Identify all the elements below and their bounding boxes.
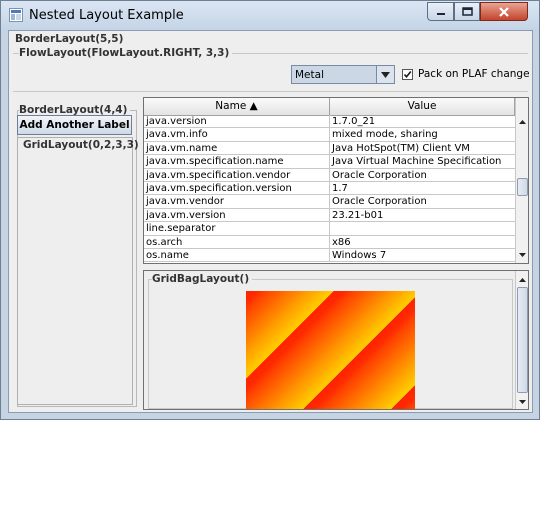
chevron-down-icon — [519, 253, 526, 257]
chevron-up-icon — [519, 278, 526, 282]
gradient-image — [246, 291, 415, 409]
name-cell: java.vm.specification.version — [144, 181, 330, 195]
gridbag-layout-label: GridBagLayout() — [152, 273, 253, 285]
maximize-icon — [461, 7, 473, 16]
table-row[interactable]: os.arch x86 — [144, 235, 515, 249]
check-icon — [403, 70, 412, 79]
flow-panel-bottom-border — [13, 91, 528, 92]
panel-scroll-thumb[interactable] — [517, 287, 528, 393]
scroll-down-button[interactable] — [516, 248, 528, 262]
name-cell: java.vm.vendor — [144, 195, 330, 209]
value-cell: 1.7 — [332, 182, 348, 194]
pack-on-plaf-checkbox[interactable] — [402, 69, 413, 80]
value-cell: Java HotSpot(TM) Client VM — [332, 142, 470, 154]
combo-dropdown-button[interactable] — [376, 66, 394, 83]
name-cell: java.vm.info — [144, 128, 330, 142]
table-row[interactable]: java.vm.version 23.21-b01 — [144, 208, 515, 223]
value-cell: Java Virtual Machine Specification — [332, 156, 502, 168]
grid-layout-label: GridLayout(0,2,3,3) — [23, 139, 139, 151]
scroll-up-button[interactable] — [516, 273, 528, 287]
laf-combo-box[interactable]: Metal — [291, 65, 395, 84]
flow-layout-label: FlowLayout(FlowLayout.RIGHT, 3,3) — [19, 47, 233, 59]
table-scroll-thumb[interactable] — [517, 178, 528, 196]
application-window: Nested Layout Example BorderLayout(5,5) … — [0, 0, 540, 420]
maximize-button[interactable] — [454, 2, 480, 21]
close-button[interactable] — [480, 2, 528, 21]
gridbag-scroll-pane: GridBagLayout() — [143, 270, 529, 410]
table-row[interactable]: line.separator — [144, 222, 515, 236]
table-body: java.version 1.7.0_21 java.vm.info mixed m… — [144, 115, 515, 263]
table-row[interactable]: java.vm.vendor Oracle Corporation — [144, 195, 515, 209]
table-row[interactable]: java.vm.name Java HotSpot(TM) Client VM — [144, 141, 515, 156]
table-row[interactable]: os.name Windows 7 — [144, 248, 515, 263]
value-cell — [330, 222, 515, 235]
value-cell: 23.21-b01 — [332, 209, 384, 221]
name-cell: os.arch — [144, 235, 330, 249]
column-header-value[interactable]: Value — [330, 98, 515, 115]
grid-layout-panel — [17, 137, 133, 405]
name-cell: java.vm.specification.vendor — [144, 168, 330, 182]
scroll-down-button[interactable] — [516, 395, 528, 409]
chevron-down-icon — [381, 71, 390, 78]
pack-on-plaf-label[interactable]: Pack on PLAF change — [418, 68, 530, 80]
table-row[interactable]: java.vm.specification.version 1.7 — [144, 181, 515, 196]
window-title: Nested Layout Example — [29, 8, 184, 23]
name-cell: os.name — [144, 248, 330, 262]
chevron-up-icon — [519, 120, 526, 124]
name-cell: java.vm.version — [144, 208, 330, 222]
table-row[interactable]: java.vm.specification.name Java Virtual M… — [144, 155, 515, 169]
border-layout-outer-label: BorderLayout(5,5) — [15, 33, 124, 45]
add-another-label-button[interactable]: Add Another Label — [17, 115, 132, 135]
name-cell: line.separator — [144, 222, 330, 236]
value-cell: Windows 7 — [332, 249, 387, 261]
column-header-name[interactable]: Name ▲ — [144, 98, 330, 115]
table-vertical-scrollbar[interactable] — [515, 98, 528, 263]
content-pane: BorderLayout(5,5) FlowLayout(FlowLayout.… — [8, 30, 533, 413]
properties-table: Name ▲ Value java.version 1.7.0_21 java.v… — [143, 97, 529, 264]
laf-combo-value: Metal — [295, 69, 324, 81]
close-icon — [499, 6, 509, 17]
panel-vertical-scrollbar[interactable] — [515, 271, 528, 409]
scroll-up-button[interactable] — [516, 115, 528, 129]
table-row[interactable]: java.vm.info mixed mode, sharing — [144, 128, 515, 142]
name-cell: java.version — [144, 115, 330, 128]
value-cell: x86 — [332, 236, 351, 248]
minimize-button[interactable] — [427, 2, 454, 21]
value-cell: 1.7.0_21 — [332, 116, 376, 127]
value-cell: Oracle Corporation — [332, 169, 427, 181]
value-cell: mixed mode, sharing — [332, 129, 438, 141]
minimize-icon — [436, 12, 445, 15]
table-row[interactable]: java.version 1.7.0_21 — [144, 115, 515, 129]
value-cell: Oracle Corporation — [332, 196, 427, 208]
title-bar[interactable]: Nested Layout Example — [1, 1, 539, 31]
table-header: Name ▲ Value — [144, 98, 515, 116]
name-cell: java.vm.name — [144, 141, 330, 155]
java-app-icon — [9, 8, 23, 22]
chevron-down-icon — [519, 400, 526, 404]
name-cell: java.vm.specification.name — [144, 155, 330, 169]
table-row[interactable]: java.vm.specification.vendor Oracle Corpo… — [144, 168, 515, 182]
